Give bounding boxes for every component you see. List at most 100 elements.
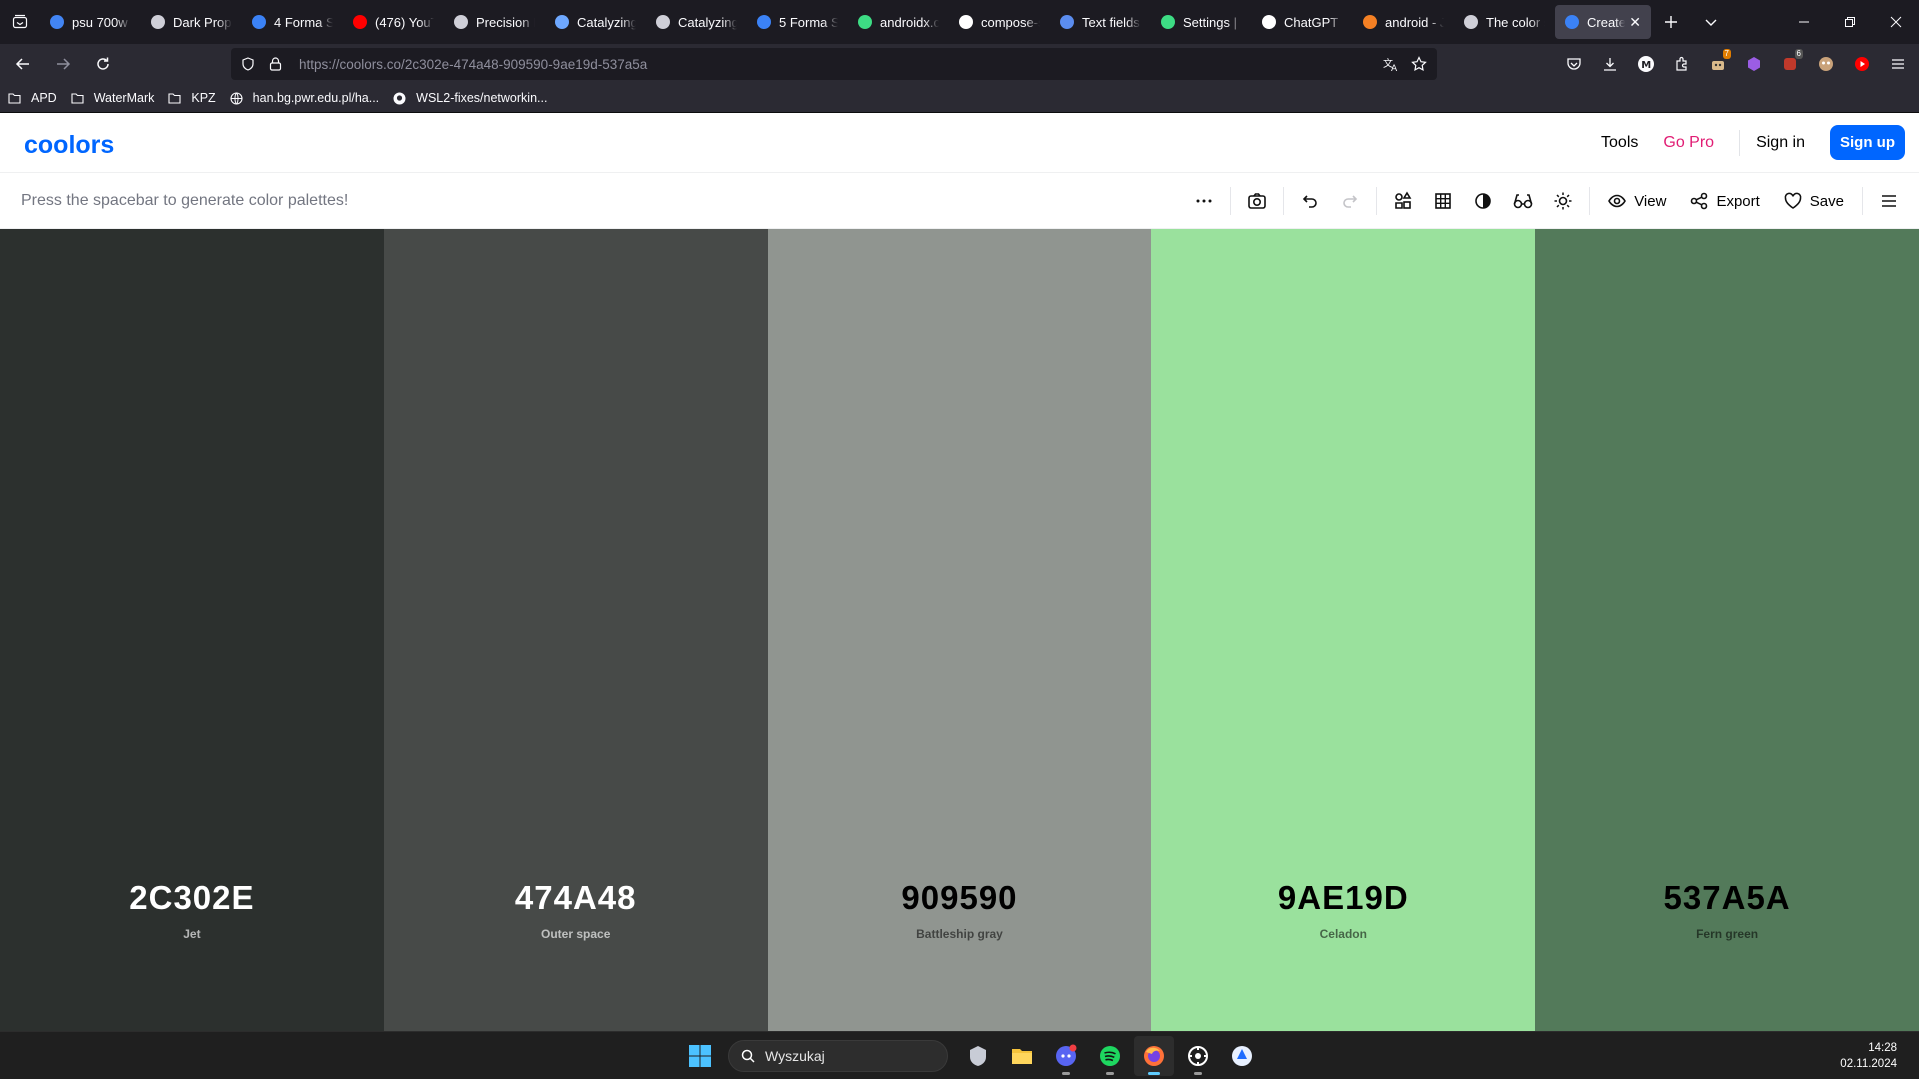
app-menu-button[interactable]: [1880, 44, 1916, 84]
forward-button[interactable]: [43, 44, 83, 84]
bookmark-item[interactable]: WaterMark: [71, 91, 154, 105]
translate-icon[interactable]: 文A: [1383, 56, 1399, 72]
browser-tab[interactable]: psu 700w -: [40, 5, 141, 39]
browser-tab[interactable]: androidx.co: [848, 5, 949, 39]
color-hex-code[interactable]: 2C302E: [0, 879, 384, 917]
color-swatch[interactable]: 9AE19D Celadon: [1151, 229, 1536, 1031]
export-button[interactable]: Export: [1690, 192, 1760, 210]
downloads-button[interactable]: [1592, 44, 1628, 84]
reload-button[interactable]: [83, 44, 123, 84]
close-window-button[interactable]: [1873, 0, 1919, 44]
browser-tab[interactable]: The color s: [1454, 5, 1555, 39]
color-swatch[interactable]: 909590 Battleship gray: [767, 229, 1152, 1031]
taskbar-search[interactable]: Wyszukaj: [728, 1040, 948, 1072]
url-text[interactable]: https://coolors.co/2c302e-474a48-909590-…: [299, 57, 647, 72]
purple-extension-button[interactable]: [1736, 44, 1772, 84]
extension-badge-button-2[interactable]: 6: [1772, 44, 1808, 84]
theme-toggle-button[interactable]: [1543, 181, 1583, 221]
back-button[interactable]: [3, 44, 43, 84]
more-horizontal-icon: [1196, 199, 1212, 203]
browser-tab[interactable]: Precision Ir: [444, 5, 545, 39]
file-explorer-button[interactable]: [1002, 1036, 1042, 1076]
color-hex-code[interactable]: 474A48: [384, 879, 768, 917]
coolors-logo[interactable]: coolors: [24, 131, 136, 163]
color-name[interactable]: Battleship gray: [768, 927, 1152, 941]
spotify-button[interactable]: [1090, 1036, 1130, 1076]
steam-button[interactable]: [1178, 1036, 1218, 1076]
bookmark-item[interactable]: WSL2-fixes/networkin...: [393, 91, 547, 105]
browser-tab[interactable]: compose-s: [949, 5, 1050, 39]
browser-tab[interactable]: android - Ja: [1353, 5, 1454, 39]
color-hex-code[interactable]: 909590: [768, 879, 1152, 917]
view-button[interactable]: View: [1608, 192, 1666, 210]
save-button[interactable]: Save: [1784, 192, 1844, 210]
extensions-button[interactable]: [1664, 44, 1700, 84]
system-clock[interactable]: 14:28 02.11.2024: [1840, 1040, 1897, 1072]
start-button[interactable]: [680, 1036, 720, 1076]
more-options-button[interactable]: [1184, 181, 1224, 221]
toolbar-divider: [1230, 187, 1232, 215]
browser-tab[interactable]: 4 Forma Se: [242, 5, 343, 39]
firefox-button[interactable]: [1134, 1036, 1174, 1076]
running-indicator: [1106, 1072, 1114, 1075]
undo-button[interactable]: [1290, 181, 1330, 221]
browser-tab[interactable]: Dark Propa: [141, 5, 242, 39]
list-all-tabs-button[interactable]: [1691, 0, 1731, 44]
quick-view-button[interactable]: [1423, 181, 1463, 221]
go-pro-link[interactable]: Go Pro: [1663, 134, 1714, 152]
color-hex-code[interactable]: 9AE19D: [1151, 879, 1535, 917]
browser-tab[interactable]: Create a✕: [1555, 5, 1651, 39]
color-name[interactable]: Jet: [0, 927, 384, 941]
folder-icon: [8, 92, 26, 104]
pocket-button[interactable]: [1556, 44, 1592, 84]
url-bar[interactable]: https://coolors.co/2c302e-474a48-909590-…: [231, 48, 1437, 80]
browser-tab[interactable]: Catalyzing: [646, 5, 747, 39]
color-name[interactable]: Outer space: [384, 927, 768, 941]
bookmark-item[interactable]: han.bg.pwr.edu.pl/ha...: [230, 91, 379, 105]
redo-button[interactable]: [1330, 181, 1370, 221]
color-swatch[interactable]: 537A5A Fern green: [1535, 229, 1919, 1031]
github-icon: [959, 15, 973, 29]
browser-tab[interactable]: 5 Forma Se: [747, 5, 848, 39]
bookmark-item[interactable]: APD: [8, 91, 57, 105]
color-name[interactable]: Celadon: [1151, 927, 1535, 941]
app-store-icon: [1232, 1046, 1252, 1066]
face-extension-button[interactable]: [1808, 44, 1844, 84]
sign-up-button[interactable]: Sign up: [1830, 125, 1905, 160]
bookmark-item[interactable]: KPZ: [168, 91, 216, 105]
m-extension-button[interactable]: M: [1628, 44, 1664, 84]
close-tab-icon[interactable]: ✕: [1629, 14, 1641, 31]
copilot-button[interactable]: [958, 1036, 998, 1076]
bookmark-star-icon[interactable]: [1411, 56, 1427, 72]
browser-tab[interactable]: (476) YouTu: [343, 5, 444, 39]
browser-tab[interactable]: Text fields: [1050, 5, 1151, 39]
youtube-extension-button[interactable]: [1844, 44, 1880, 84]
discord-button[interactable]: [1046, 1036, 1086, 1076]
adjust-palette-button[interactable]: [1383, 181, 1423, 221]
google-icon: [50, 15, 64, 29]
tab-list-button[interactable]: [0, 0, 40, 44]
menu-button[interactable]: [1869, 181, 1909, 221]
browser-tab[interactable]: Settings |: [1151, 5, 1252, 39]
steam-icon: [1188, 1046, 1208, 1066]
color-swatch[interactable]: 474A48 Outer space: [383, 229, 768, 1031]
app-store-button[interactable]: [1222, 1036, 1262, 1076]
tools-link[interactable]: Tools: [1601, 134, 1638, 152]
contrast-checker-button[interactable]: [1463, 181, 1503, 221]
color-hex-code[interactable]: 537A5A: [1535, 879, 1919, 917]
generator-toolbar: Press the spacebar to generate color pal…: [0, 173, 1919, 229]
color-blindness-button[interactable]: [1503, 181, 1543, 221]
color-swatch[interactable]: 2C302E Jet: [0, 229, 384, 1031]
download-icon: [1604, 58, 1616, 71]
extension-badge-button-1[interactable]: 7: [1700, 44, 1736, 84]
restore-button[interactable]: [1827, 0, 1873, 44]
minimize-button[interactable]: [1781, 0, 1827, 44]
tracking-protection-icon[interactable]: [241, 57, 255, 71]
lock-icon[interactable]: [269, 57, 283, 71]
browser-tab[interactable]: Catalyzing: [545, 5, 646, 39]
screenshot-button[interactable]: [1237, 181, 1277, 221]
sign-in-link[interactable]: Sign in: [1756, 134, 1805, 152]
color-name[interactable]: Fern green: [1535, 927, 1919, 941]
new-tab-button[interactable]: [1651, 0, 1691, 44]
browser-tab[interactable]: ChatGPT: [1252, 5, 1353, 39]
